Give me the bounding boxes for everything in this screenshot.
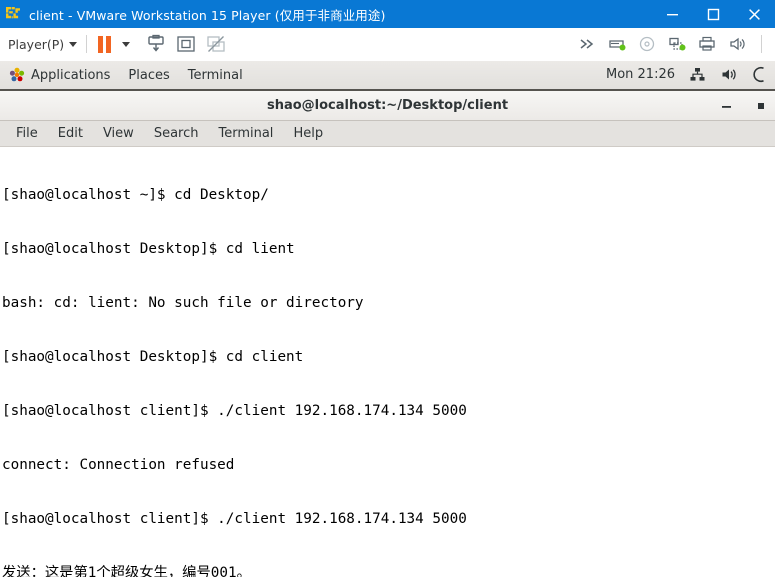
expand-chevrons-icon[interactable] <box>572 29 602 59</box>
vmware-titlebar: client - VMware Workstation 15 Player (仅… <box>0 0 775 28</box>
terminal-lines: [shao@localhost ~]$ cd Desktop/ [shao@lo… <box>2 150 775 577</box>
pause-dropdown-button[interactable] <box>111 29 141 59</box>
volume-icon[interactable] <box>713 61 744 87</box>
panel-status-area: Mon 21:26 <box>599 61 775 87</box>
toolbar-separator <box>761 35 762 53</box>
terminal-titlebar: shao@localhost:~/Desktop/client <box>0 91 775 121</box>
menu-file[interactable]: File <box>6 122 48 145</box>
vmware-device-toolbar <box>572 28 771 60</box>
terminal-line: [shao@localhost client]$ ./client 192.16… <box>2 511 467 527</box>
pause-icon[interactable] <box>98 35 112 53</box>
gnome-top-panel: Applications Places Terminal Mon 21:26 <box>0 61 775 91</box>
terminal-line: 发送：这是第1个超级女生，编号001。 <box>2 565 251 577</box>
optical-drive-icon[interactable] <box>632 29 662 59</box>
toolbar-separator <box>86 35 88 53</box>
menu-search[interactable]: Search <box>144 122 209 145</box>
vmware-minimize-button[interactable] <box>652 0 693 28</box>
menu-help[interactable]: Help <box>283 122 333 145</box>
chevron-down-icon <box>122 41 131 47</box>
menu-edit[interactable]: Edit <box>48 122 93 145</box>
panel-clock[interactable]: Mon 21:26 <box>599 61 682 87</box>
clock-label: Mon 21:26 <box>605 66 675 82</box>
terminal-line: [shao@localhost Desktop]$ cd lient <box>2 241 295 257</box>
player-menu-label: Player(P) <box>8 36 65 52</box>
panel-item-terminal[interactable]: Terminal <box>179 62 252 88</box>
terminal-line: [shao@localhost Desktop]$ cd client <box>2 349 304 365</box>
sound-card-icon[interactable] <box>722 29 752 59</box>
panel-label-places: Places <box>128 67 170 83</box>
vmware-maximize-button[interactable] <box>693 0 734 28</box>
terminal-window-title: shao@localhost:~/Desktop/client <box>266 98 509 113</box>
panel-label-applications: Applications <box>31 67 111 83</box>
network-icon[interactable] <box>682 61 713 87</box>
gnome-terminal-window: shao@localhost:~/Desktop/client File Edi… <box>0 91 775 577</box>
player-menu-button[interactable]: Player(P) <box>8 36 78 52</box>
panel-item-applications[interactable]: Applications <box>0 62 119 88</box>
power-icon[interactable] <box>744 61 775 87</box>
applications-icon <box>9 67 25 83</box>
unity-mode-icon[interactable] <box>201 29 231 59</box>
terminal-line: bash: cd: lient: No such file or directo… <box>2 295 364 311</box>
terminal-window-controls <box>719 91 769 120</box>
vmware-window-controls <box>652 0 775 28</box>
terminal-line: [shao@localhost client]$ ./client 192.16… <box>2 403 467 419</box>
terminal-menubar: File Edit View Search Terminal Help <box>0 121 775 147</box>
send-ctrl-alt-del-icon[interactable] <box>141 29 171 59</box>
panel-item-places[interactable]: Places <box>119 62 178 88</box>
vmware-logo-icon <box>4 5 22 23</box>
printer-icon[interactable] <box>692 29 722 59</box>
hard-disk-icon[interactable] <box>602 29 632 59</box>
network-adapter-icon[interactable] <box>662 29 692 59</box>
vmware-window-title: client - VMware Workstation 15 Player (仅… <box>29 7 386 23</box>
menu-terminal[interactable]: Terminal <box>208 122 283 145</box>
terminal-line: [shao@localhost ~]$ cd Desktop/ <box>2 187 269 203</box>
fullscreen-icon[interactable] <box>171 29 201 59</box>
chevron-down-icon <box>69 41 78 47</box>
panel-label-terminal: Terminal <box>187 67 243 83</box>
vmware-player-window: client - VMware Workstation 15 Player (仅… <box>0 0 775 577</box>
vmware-toolbar: Player(P) <box>0 28 775 61</box>
guest-os-screen: Applications Places Terminal Mon 21:26 s… <box>0 61 775 577</box>
terminal-output-area[interactable]: [shao@localhost ~]$ cd Desktop/ [shao@lo… <box>0 147 775 577</box>
vmware-close-button[interactable] <box>734 0 775 28</box>
menu-view[interactable]: View <box>93 122 144 145</box>
terminal-maximize-button[interactable] <box>753 98 769 114</box>
terminal-line: connect: Connection refused <box>2 457 235 473</box>
terminal-minimize-button[interactable] <box>719 98 735 114</box>
